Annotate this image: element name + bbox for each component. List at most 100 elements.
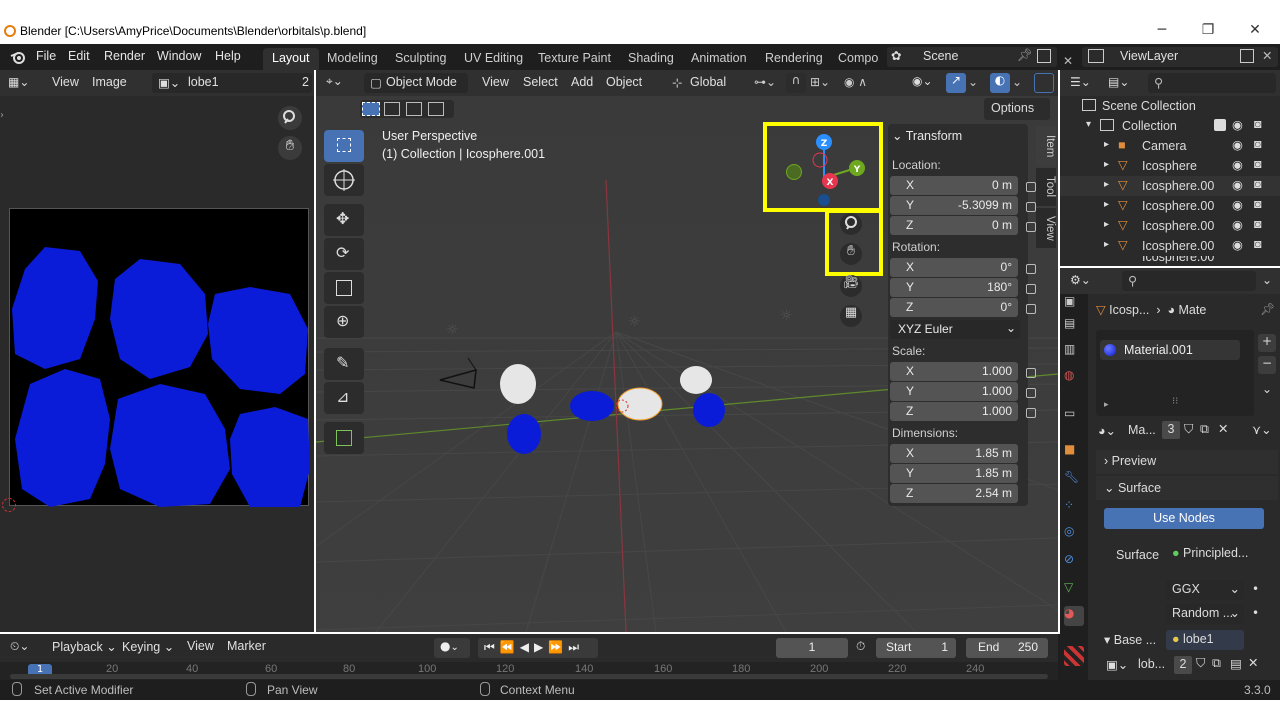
camera-render-icon[interactable]: ◙ [1254, 137, 1262, 151]
menu-help[interactable]: Help [215, 49, 241, 63]
duplicate-icon[interactable]: ⧉ [1200, 422, 1209, 437]
particles-tab-icon[interactable]: ⁘ [1064, 498, 1084, 518]
lock-icon[interactable] [1026, 182, 1036, 192]
distribution-dropdown[interactable]: GGX ⌄ [1166, 580, 1244, 600]
eye-icon[interactable]: ◉ [1232, 137, 1243, 152]
scale-y-field[interactable]: Y 1.000 [890, 382, 1018, 401]
expand-icon[interactable]: ▸ [1104, 219, 1109, 230]
image-browse-icon[interactable]: ▣⌄ [1106, 657, 1128, 672]
add-cube-tool[interactable] [324, 422, 364, 454]
viewport-menu-view[interactable]: View [482, 75, 509, 89]
scene-selector[interactable]: ✿ Scene 📌︎ [887, 47, 1057, 67]
link-type-icon[interactable]: ⋎⌄ [1252, 422, 1272, 437]
lock-icon[interactable] [1026, 368, 1036, 378]
camera-render-icon[interactable]: ◙ [1254, 177, 1262, 191]
add-slot-button[interactable]: + [1258, 334, 1276, 352]
options-dropdown[interactable]: Options ⌄ [984, 98, 1050, 130]
measure-tool[interactable]: ⊿ [324, 382, 364, 414]
tab-compositing[interactable]: Compo [829, 48, 879, 70]
material-name[interactable]: Ma... [1128, 423, 1156, 437]
light-icon[interactable]: ☼ [780, 308, 793, 324]
scale-z-field[interactable]: Z 1.000 [890, 402, 1018, 421]
timeline-ruler[interactable]: 1 20 40 60 80 100 120 140 160 180 200 22… [0, 662, 1058, 680]
jump-end-icon[interactable]: ⏭ [568, 640, 584, 654]
eye-icon[interactable]: ◉ [1232, 217, 1243, 232]
overlays-toggle-icon[interactable]: ◐ [990, 73, 1010, 93]
dimensions-x-field[interactable]: X 1.85 m [890, 444, 1018, 463]
rotation-mode-dropdown[interactable]: XYZ Euler ⌄ [890, 320, 1020, 339]
auto-keying-button[interactable]: ●⌄ [434, 638, 470, 658]
expand-icon[interactable]: ▸ [1104, 139, 1109, 150]
socket-dot-icon[interactable]: • [1252, 582, 1259, 596]
eye-icon[interactable]: ◉ [1232, 177, 1243, 192]
lock-icon[interactable] [1026, 264, 1036, 274]
rotation-y-field[interactable]: Y 180° [890, 278, 1018, 297]
menu-render[interactable]: Render [104, 49, 145, 63]
transform-tool[interactable]: ⊕ [324, 306, 364, 338]
tab-shading[interactable]: Shading [619, 48, 683, 70]
expand-icon[interactable]: ▸ [1104, 239, 1109, 250]
camera-render-icon[interactable]: ◙ [1254, 237, 1262, 251]
location-x-field[interactable]: X 0 m [890, 176, 1018, 195]
overlays-dropdown-icon[interactable]: ⌄ [1012, 75, 1022, 89]
data-tab-icon[interactable]: ▽ [1064, 580, 1084, 600]
editor-type-icon[interactable]: ⌖⌄ [326, 74, 343, 89]
lock-icon[interactable] [1026, 388, 1036, 398]
visibility-icon[interactable]: ◉⌄ [912, 74, 933, 88]
select-box-tool[interactable] [324, 130, 364, 162]
mode-selector[interactable]: ▢ Object Mode [364, 73, 468, 93]
gizmo-toggle-icon[interactable]: ↗ [946, 73, 966, 93]
jump-start-icon[interactable]: ⏮ [484, 640, 500, 654]
image-selector[interactable]: ▣⌄ lobe1 2 [152, 73, 312, 93]
timeline-menu-playback[interactable]: Playback ⌄ [52, 639, 117, 654]
viewport-menu-select[interactable]: Select [523, 75, 558, 89]
proportional-edit-icon[interactable]: ◉ ∧ [844, 75, 867, 89]
base-color-texture-field[interactable]: ● lobe1 [1166, 630, 1244, 650]
eye-icon[interactable]: ◉ [1232, 237, 1243, 252]
surface-panel-header[interactable]: ⌄ Surface [1096, 476, 1278, 500]
resize-grip-icon[interactable]: ⁝⁝ [1172, 396, 1178, 407]
new-scene-icon[interactable] [1037, 49, 1051, 63]
expand-icon[interactable]: ▸ [1104, 179, 1109, 190]
eye-icon[interactable]: ◉ [1232, 157, 1243, 172]
prev-keyframe-icon[interactable]: ⏪ [500, 640, 520, 654]
minimize-button[interactable]: ─ [1152, 22, 1172, 38]
display-mode-icon[interactable]: ▤⌄ [1108, 75, 1129, 89]
tab-rendering[interactable]: Rendering [756, 48, 832, 70]
remove-slot-button[interactable]: − [1258, 356, 1276, 374]
move-tool[interactable]: ✥ [324, 204, 364, 236]
camera-render-icon[interactable]: ◙ [1254, 157, 1262, 171]
viewport-menu-object[interactable]: Object [606, 75, 642, 89]
timeline-menu-view[interactable]: View [187, 639, 214, 653]
open-image-icon[interactable]: ▤ [1230, 656, 1242, 671]
2d-cursor-icon[interactable] [2, 498, 16, 512]
play-reverse-icon[interactable]: ◀ [520, 640, 534, 654]
eye-icon[interactable]: ◉ [1232, 117, 1243, 132]
restore-button[interactable]: ❐ [1198, 22, 1218, 38]
render-tab-icon[interactable]: ▤ [1064, 316, 1084, 336]
perspective-toggle-icon[interactable]: ▦ [840, 305, 862, 327]
viewlayer-selector[interactable]: ViewLayer ✕ [1082, 47, 1278, 67]
remove-viewlayer-icon[interactable]: ✕ [1262, 48, 1272, 63]
fake-user-icon[interactable]: ⛉ [1196, 656, 1205, 671]
constraints-tab-icon[interactable]: ⊘ [1064, 552, 1084, 572]
outliner-item[interactable]: ▸ ▽ Icosphere.00 ◉ ◙ [1060, 196, 1280, 216]
rotate-tool[interactable]: ⟳ [324, 238, 364, 270]
output-tab-icon[interactable]: ▥ [1064, 342, 1084, 362]
annotate-tool[interactable]: ✎ [324, 348, 364, 380]
dimensions-y-field[interactable]: Y 1.85 m [890, 464, 1018, 483]
light-icon[interactable]: ☼ [628, 314, 641, 330]
duplicate-icon[interactable]: ⧉ [1212, 656, 1221, 671]
expand-icon[interactable]: ▸ [1104, 159, 1109, 170]
lock-icon[interactable] [1026, 202, 1036, 212]
snap-icon[interactable]: ∩ [786, 73, 806, 93]
tab-view[interactable]: View [1036, 208, 1056, 248]
tab-tool[interactable]: Tool [1036, 168, 1056, 206]
modifier-tab-icon[interactable]: 🔧︎ [1064, 470, 1084, 490]
physics-tab-icon[interactable]: ◎ [1064, 524, 1084, 544]
expand-icon[interactable]: ▸ [1104, 400, 1109, 410]
viewport-menu-add[interactable]: Add [571, 75, 593, 89]
xray-toggle-icon[interactable] [1034, 73, 1054, 93]
blender-menu-icon[interactable] [10, 49, 26, 65]
uv-image-canvas[interactable] [9, 208, 310, 507]
